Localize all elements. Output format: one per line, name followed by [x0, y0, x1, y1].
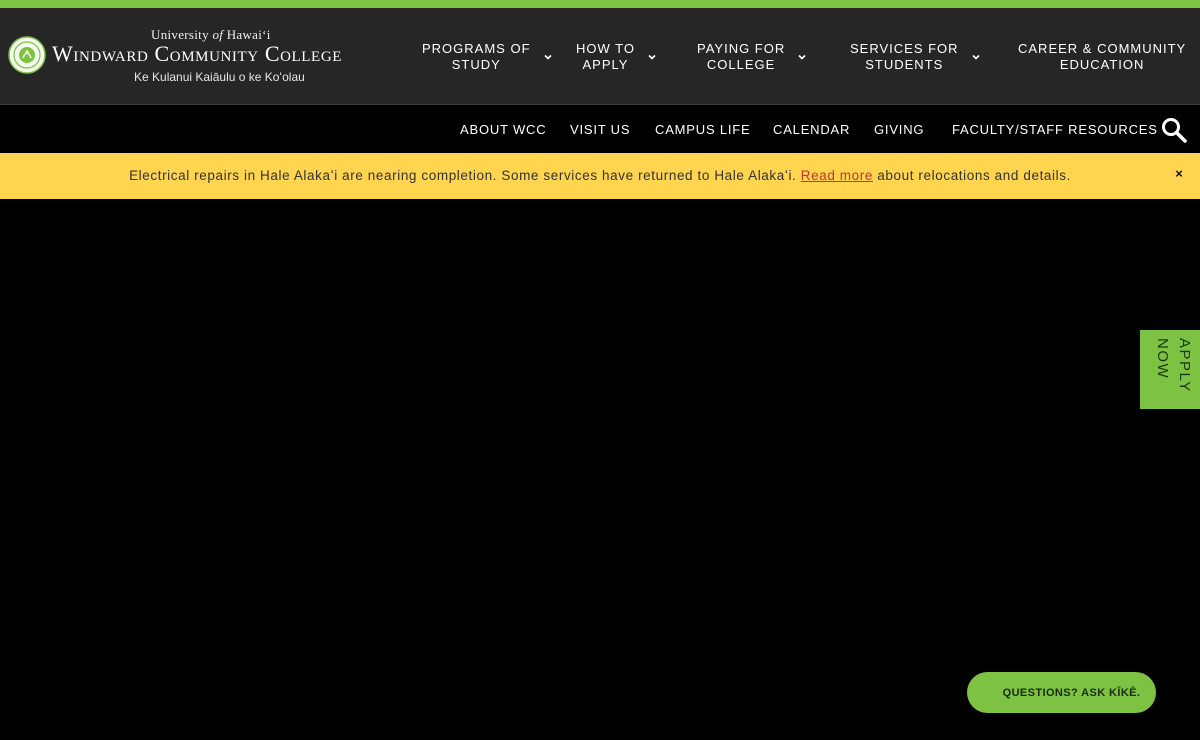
- alert-message: Electrical repairs in Hale Alakaʻi are n…: [0, 168, 1200, 183]
- chevron-down-icon: [543, 54, 552, 60]
- university-name: Hawai‘i: [226, 27, 271, 42]
- subnav-about-wcc[interactable]: ABOUT WCC: [460, 122, 546, 137]
- alert-text-after: about relocations and details.: [872, 168, 1071, 183]
- subnav-giving[interactable]: GIVING: [874, 122, 924, 137]
- site-header: University of Hawai‘i Windward Community…: [0, 8, 1200, 105]
- main-navigation: PROGRAMS OF STUDY HOW TO APPLY PAYING FO…: [404, 8, 1194, 105]
- apply-now-label: APPLY NOW: [1154, 338, 1193, 393]
- nav-label: SERVICES FOR STUDENTS: [850, 40, 959, 72]
- nav-label: PAYING FOR COLLEGE: [697, 40, 786, 72]
- search-icon[interactable]: [1160, 116, 1188, 144]
- chevron-down-icon: [648, 54, 656, 60]
- close-icon[interactable]: ×: [1172, 167, 1186, 181]
- chevron-down-icon: [798, 54, 806, 60]
- subnav-faculty-staff-resources[interactable]: FACULTY/STAFF RESOURCES: [952, 122, 1158, 137]
- chat-ask-kike-button[interactable]: QUESTIONS? ASK KĪKĒ.: [967, 672, 1156, 713]
- secondary-navigation: ABOUT WCC VISIT US CAMPUS LIFE CALENDAR …: [0, 105, 1200, 153]
- top-accent-bar: [0, 0, 1200, 8]
- nav-label: PROGRAMS OF STUDY: [422, 40, 531, 72]
- alert-banner: Electrical repairs in Hale Alakaʻi are n…: [0, 153, 1200, 199]
- university-of: of: [212, 27, 224, 42]
- nav-label: CAREER & COMMUNITY EDUCATION: [1018, 40, 1187, 72]
- subnav-campus-life[interactable]: CAMPUS LIFE: [655, 122, 750, 137]
- chevron-down-icon: [971, 54, 980, 60]
- nav-career-community-education[interactable]: CAREER & COMMUNITY EDUCATION: [1018, 8, 1186, 105]
- college-name: Windward Community College: [52, 41, 343, 66]
- university-prefix: University: [151, 27, 209, 42]
- college-logo-link[interactable]: University of Hawai‘i Windward Community…: [8, 26, 394, 90]
- college-motto: Ke Kulanui Kaiāulu o ke Koʻolau: [134, 70, 305, 84]
- nav-services-for-students[interactable]: SERVICES FOR STUDENTS: [850, 8, 981, 105]
- nav-paying-for-college[interactable]: PAYING FOR COLLEGE: [697, 8, 807, 105]
- nav-label: HOW TO APPLY: [576, 40, 635, 72]
- subnav-visit-us[interactable]: VISIT US: [570, 122, 630, 137]
- alert-read-more-link[interactable]: Read more: [801, 168, 873, 183]
- alert-text-before: Electrical repairs in Hale Alakaʻi are n…: [129, 168, 801, 183]
- nav-how-to-apply[interactable]: HOW TO APPLY: [576, 8, 657, 105]
- subnav-calendar[interactable]: CALENDAR: [773, 122, 850, 137]
- university-seal-icon: [8, 36, 46, 74]
- apply-now-tab[interactable]: APPLY NOW: [1140, 330, 1200, 409]
- nav-programs-of-study[interactable]: PROGRAMS OF STUDY: [422, 8, 553, 105]
